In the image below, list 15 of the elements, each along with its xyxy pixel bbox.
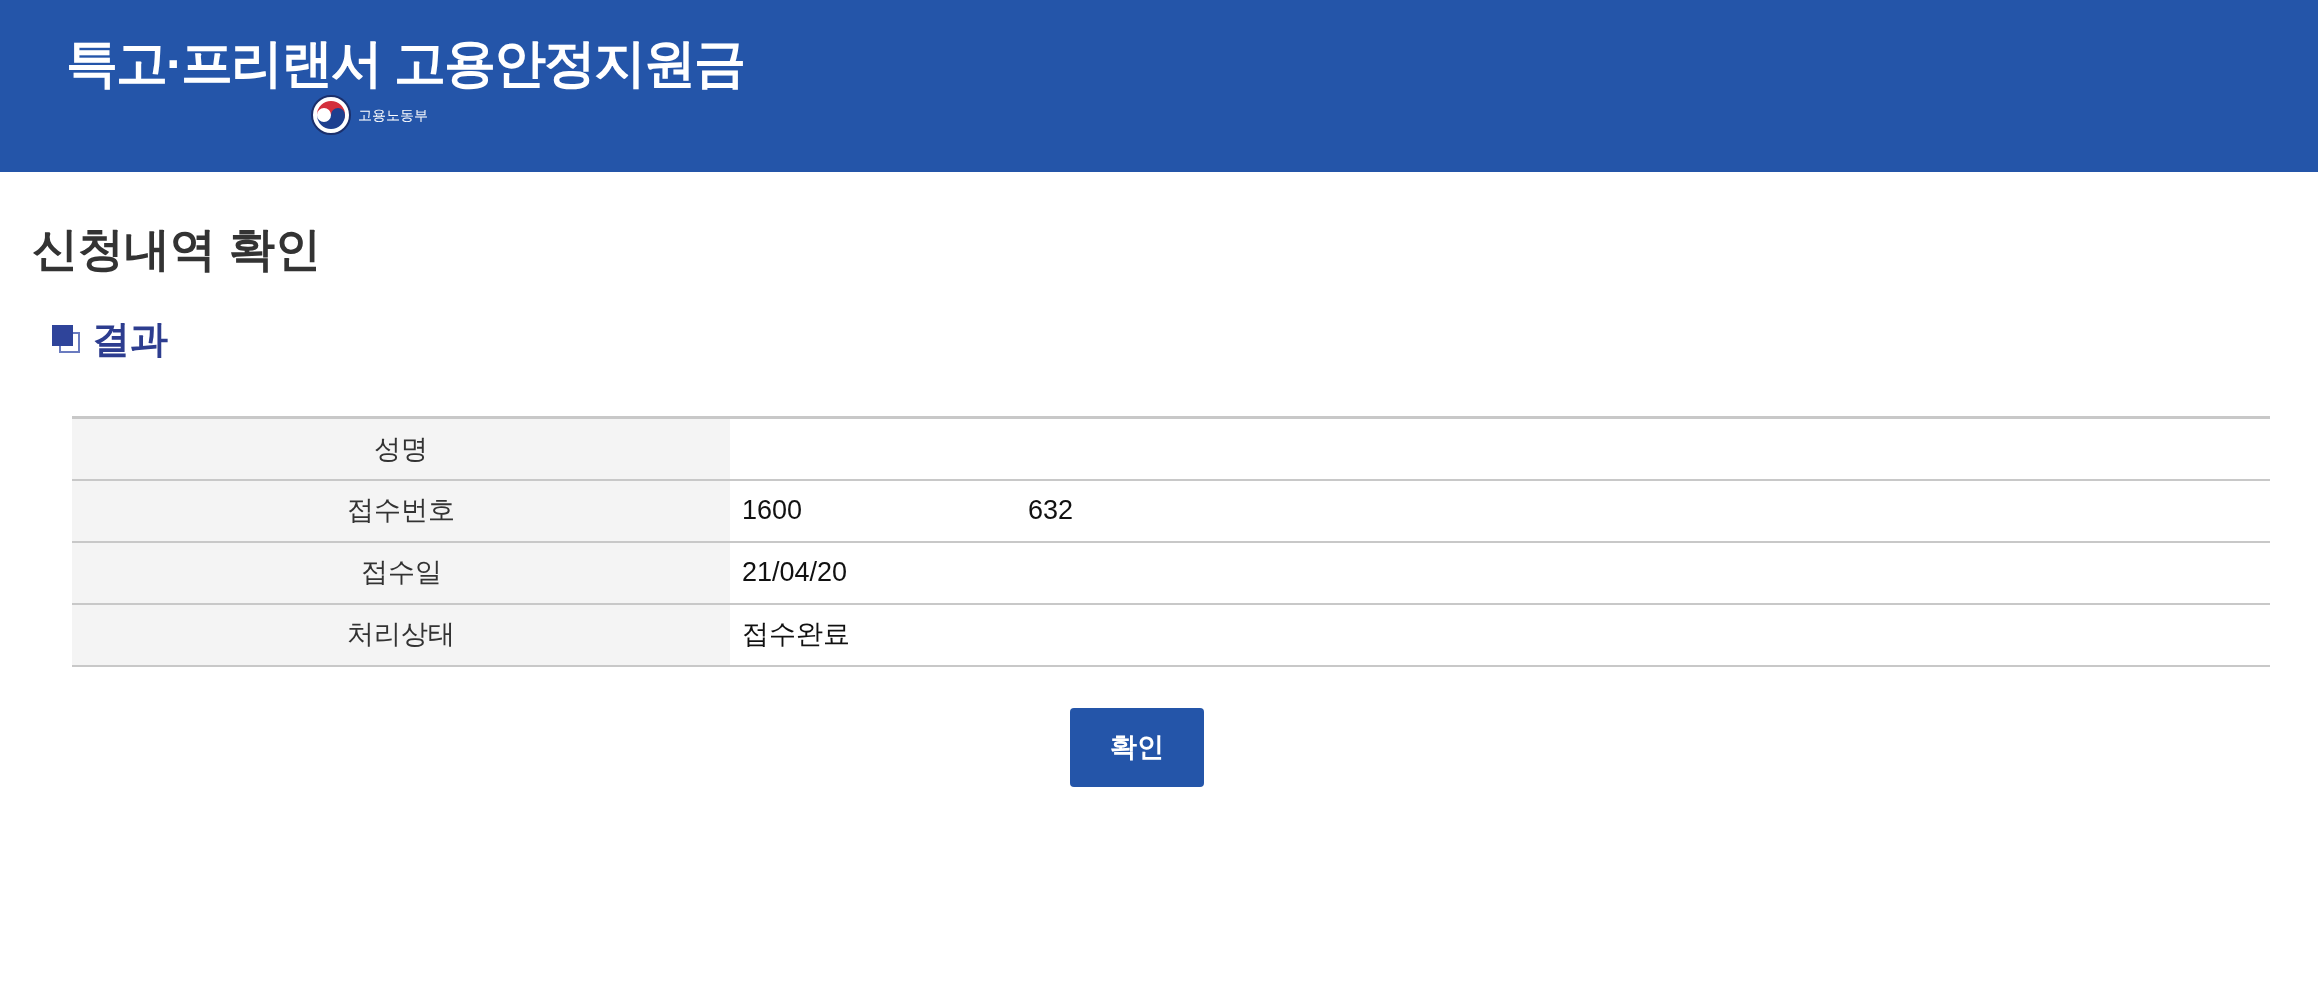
row-label: 접수번호 <box>72 479 730 542</box>
row-label: 처리상태 <box>72 603 730 666</box>
confirm-button[interactable]: 확인 <box>1070 707 1204 787</box>
square-bullet-icon <box>52 325 80 353</box>
section-title: 결과 <box>92 320 168 358</box>
page-title: 신청내역 확인 <box>32 226 321 272</box>
swirl-emblem-icon <box>311 95 351 135</box>
ministry-name: 고용노동부 <box>358 108 428 122</box>
logo-title[interactable]: 특고·프리랜서 고용안정지원금 <box>66 37 744 89</box>
row-value: 21/04/20 <box>742 559 848 586</box>
row-label: 접수일 <box>72 541 730 604</box>
row-value: 1600 <box>742 497 803 524</box>
row-value: 632 <box>1028 497 1074 524</box>
row-value: 접수완료 <box>742 621 850 648</box>
row-label: 성명 <box>72 417 730 480</box>
